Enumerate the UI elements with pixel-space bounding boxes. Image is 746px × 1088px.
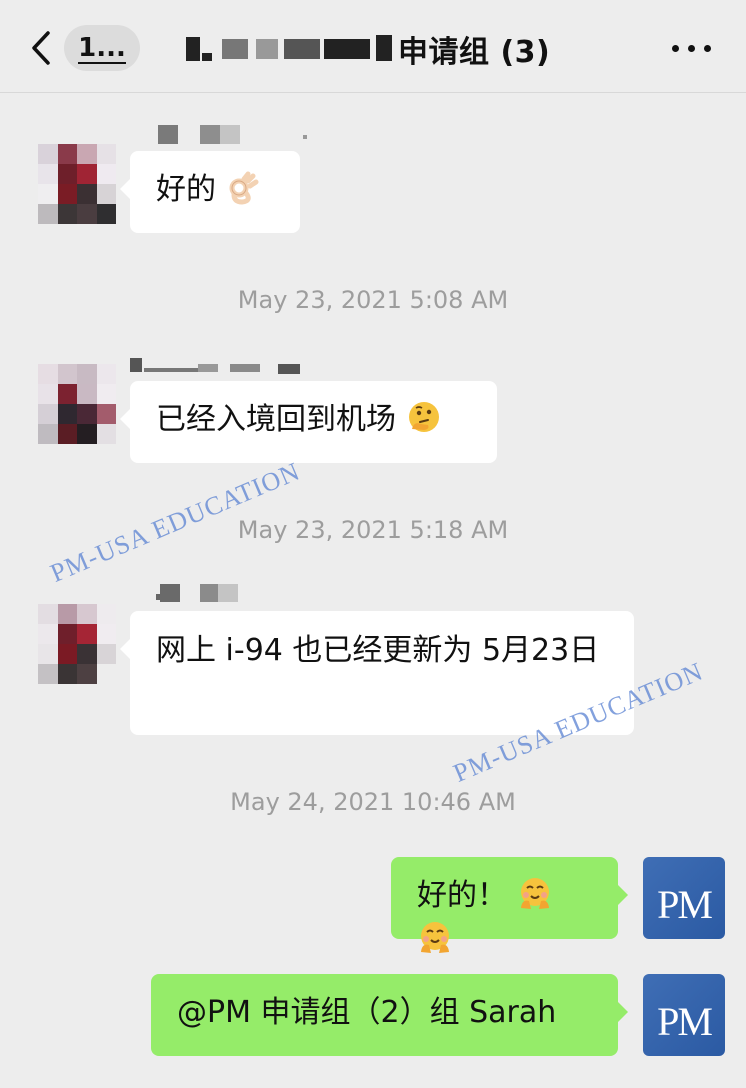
chat-title[interactable]: 申请组 (3): [180, 26, 550, 72]
chevron-left-icon: [32, 31, 50, 65]
sender-name-redacted: [150, 584, 250, 610]
message-text: @PM 申请组（2）组 Sarah: [177, 995, 557, 1030]
sender-avatar[interactable]: [38, 364, 116, 444]
unread-count-label: 1...: [78, 33, 126, 64]
my-avatar[interactable]: PM: [643, 857, 725, 939]
message-text: 网上 i-94 也已经更新为 5月23日: [156, 633, 600, 668]
my-message-bubble[interactable]: 好的！: [391, 857, 628, 953]
more-button[interactable]: [668, 32, 714, 62]
sender-avatar[interactable]: [38, 604, 116, 684]
chat-header: 1... 申请组 (3): [0, 0, 746, 93]
my-avatar[interactable]: PM: [643, 974, 725, 1056]
back-button[interactable]: [28, 28, 58, 68]
message-bubble[interactable]: 已经入境回到机场: [120, 381, 497, 463]
hugging-face-emoji: [421, 922, 449, 953]
timestamp: May 23, 2021 5:08 AM: [237, 286, 509, 314]
unread-count-badge[interactable]: 1...: [64, 25, 140, 71]
thinking-emoji: [408, 402, 439, 432]
message-text: 已经入境回到机场: [156, 402, 396, 437]
ok-hand-emoji: [229, 171, 259, 205]
avatar-logo-text: PM: [657, 999, 713, 1044]
timestamp: May 24, 2021 10:46 AM: [230, 788, 516, 816]
message-bubble[interactable]: 好的: [120, 151, 300, 233]
chat-title-text: 申请组 (3): [398, 35, 551, 70]
sender-name-redacted: [130, 354, 310, 380]
title-redaction: [180, 31, 398, 67]
sender-name-redacted: [158, 125, 358, 151]
avatar-logo-text: PM: [657, 882, 713, 927]
message-text: 好的！: [417, 878, 507, 913]
my-message-bubble[interactable]: @PM 申请组（2）组 Sarah: [151, 974, 628, 1056]
hugging-face-emoji: [520, 878, 549, 909]
sender-avatar[interactable]: [38, 144, 116, 224]
message-text: 好的: [156, 172, 216, 207]
